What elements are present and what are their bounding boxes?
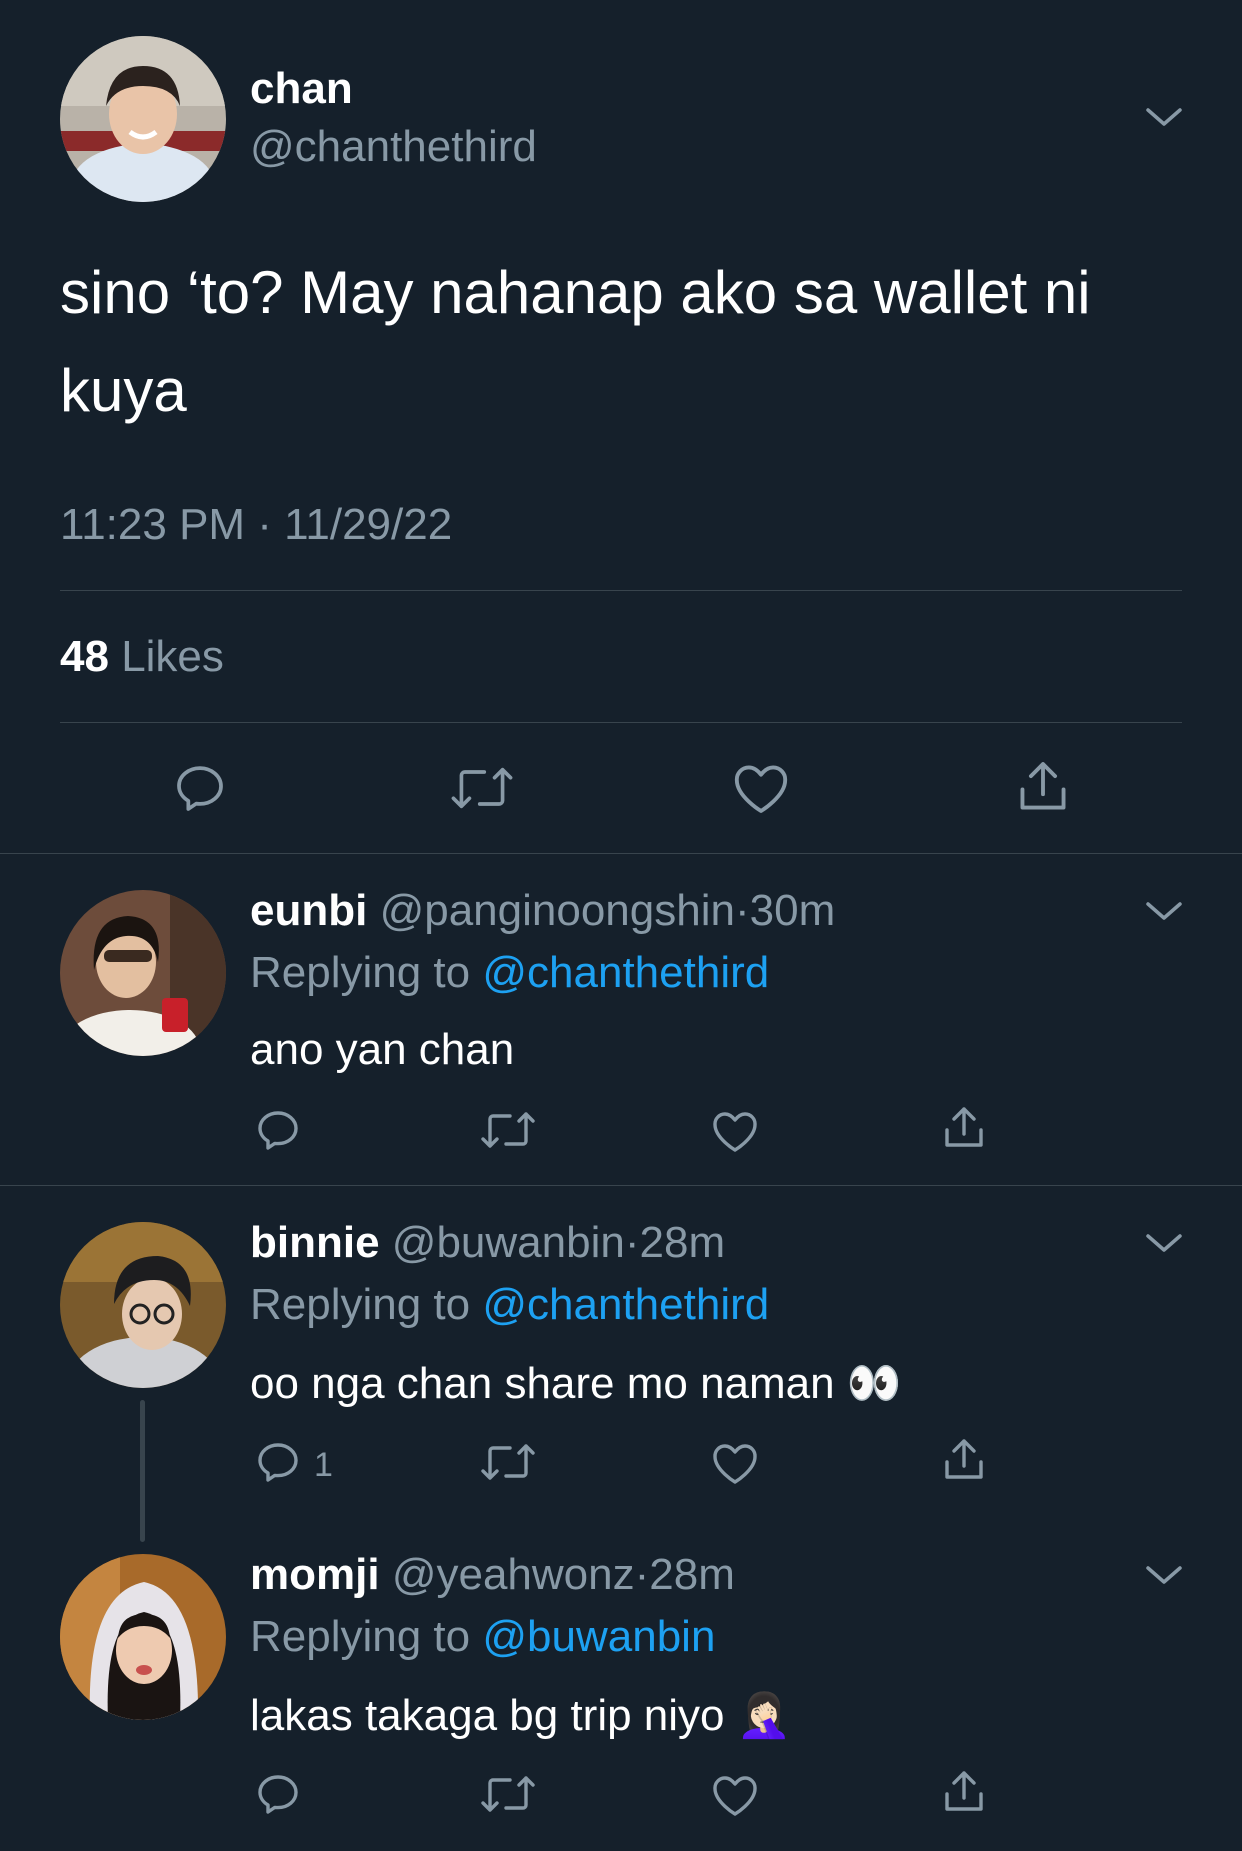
reply-header: eunbi @panginoongshin·30m bbox=[250, 886, 835, 936]
facepalm-emoji: 🤦🏻‍♀️ bbox=[736, 1691, 792, 1740]
handle[interactable]: @yeahwonz bbox=[392, 1550, 635, 1599]
timestamp[interactable]: 11:23 PM · 11/29/22 bbox=[60, 500, 452, 550]
share-icon[interactable] bbox=[940, 1436, 988, 1484]
display-name[interactable]: binnie bbox=[250, 1218, 380, 1267]
share-icon[interactable] bbox=[1014, 758, 1072, 816]
reply-text: ano yan chan bbox=[250, 1025, 515, 1074]
replying-handle[interactable]: @chanthethird bbox=[482, 948, 769, 997]
time[interactable]: 28m bbox=[640, 1218, 726, 1267]
retweet-icon[interactable] bbox=[480, 1772, 536, 1816]
time[interactable]: 28m bbox=[649, 1550, 735, 1599]
handle[interactable]: @chanthethird bbox=[250, 122, 537, 172]
divider bbox=[60, 722, 1182, 723]
eyes-emoji: 👀 bbox=[846, 1359, 902, 1408]
replying-prefix: Replying to bbox=[250, 948, 471, 997]
likes-label: Likes bbox=[121, 632, 224, 681]
reply-text: lakas takaga bg trip niyo 🤦🏻‍♀️ bbox=[250, 1689, 792, 1741]
reply-text-content: lakas takaga bg trip niyo bbox=[250, 1691, 725, 1740]
divider bbox=[0, 853, 1242, 854]
separator: · bbox=[634, 1550, 650, 1599]
retweet-icon[interactable] bbox=[480, 1108, 536, 1152]
reply-header: momji @yeahwonz·28m bbox=[250, 1550, 735, 1600]
like-icon[interactable] bbox=[711, 1108, 759, 1154]
avatar[interactable] bbox=[60, 36, 226, 202]
handle[interactable]: @panginoongshin bbox=[380, 886, 735, 935]
reply-icon[interactable] bbox=[254, 1438, 302, 1486]
reply-count: 1 bbox=[314, 1446, 333, 1484]
avatar[interactable] bbox=[60, 1222, 226, 1388]
like-icon[interactable] bbox=[711, 1440, 759, 1486]
handle[interactable]: @buwanbin bbox=[392, 1218, 625, 1267]
thread-line bbox=[140, 1400, 145, 1542]
tweet-text-line-1: sino ‘to? May nahanap ako sa wallet ni bbox=[60, 259, 1091, 326]
separator: · bbox=[734, 886, 750, 935]
avatar[interactable] bbox=[60, 1554, 226, 1720]
reply-text: oo nga chan share mo naman 👀 bbox=[250, 1357, 902, 1409]
like-icon[interactable] bbox=[711, 1772, 759, 1818]
chevron-down-icon[interactable] bbox=[1142, 1230, 1186, 1258]
retweet-icon[interactable] bbox=[450, 762, 514, 814]
tweet-text-line-2: kuya bbox=[60, 357, 187, 424]
replying-prefix: Replying to bbox=[250, 1280, 471, 1329]
replying-handle[interactable]: @buwanbin bbox=[482, 1612, 715, 1661]
separator: · bbox=[624, 1218, 640, 1267]
replying-to: Replying to @chanthethird bbox=[250, 1280, 769, 1330]
avatar[interactable] bbox=[60, 890, 226, 1056]
chevron-down-icon[interactable] bbox=[1142, 1562, 1186, 1590]
divider bbox=[60, 590, 1182, 591]
divider bbox=[0, 1185, 1242, 1186]
like-icon[interactable] bbox=[732, 760, 790, 816]
likes-stat[interactable]: 48 Likes bbox=[60, 632, 224, 682]
reply-icon[interactable] bbox=[172, 760, 228, 816]
share-icon[interactable] bbox=[940, 1768, 988, 1816]
reply-icon[interactable] bbox=[254, 1106, 302, 1154]
chevron-down-icon[interactable] bbox=[1142, 898, 1186, 926]
share-icon[interactable] bbox=[940, 1104, 988, 1152]
retweet-icon[interactable] bbox=[480, 1440, 536, 1484]
replying-to: Replying to @buwanbin bbox=[250, 1612, 715, 1662]
replying-prefix: Replying to bbox=[250, 1612, 471, 1661]
reply-header: binnie @buwanbin·28m bbox=[250, 1218, 725, 1268]
display-name[interactable]: chan bbox=[250, 64, 353, 114]
display-name[interactable]: momji bbox=[250, 1550, 380, 1599]
chevron-down-icon[interactable] bbox=[1142, 104, 1186, 132]
display-name[interactable]: eunbi bbox=[250, 886, 367, 935]
replying-to: Replying to @chanthethird bbox=[250, 948, 769, 998]
replying-handle[interactable]: @chanthethird bbox=[482, 1280, 769, 1329]
likes-count: 48 bbox=[60, 632, 109, 681]
reply-icon[interactable] bbox=[254, 1770, 302, 1818]
reply-text-content: oo nga chan share mo naman bbox=[250, 1359, 835, 1408]
time[interactable]: 30m bbox=[750, 886, 836, 935]
